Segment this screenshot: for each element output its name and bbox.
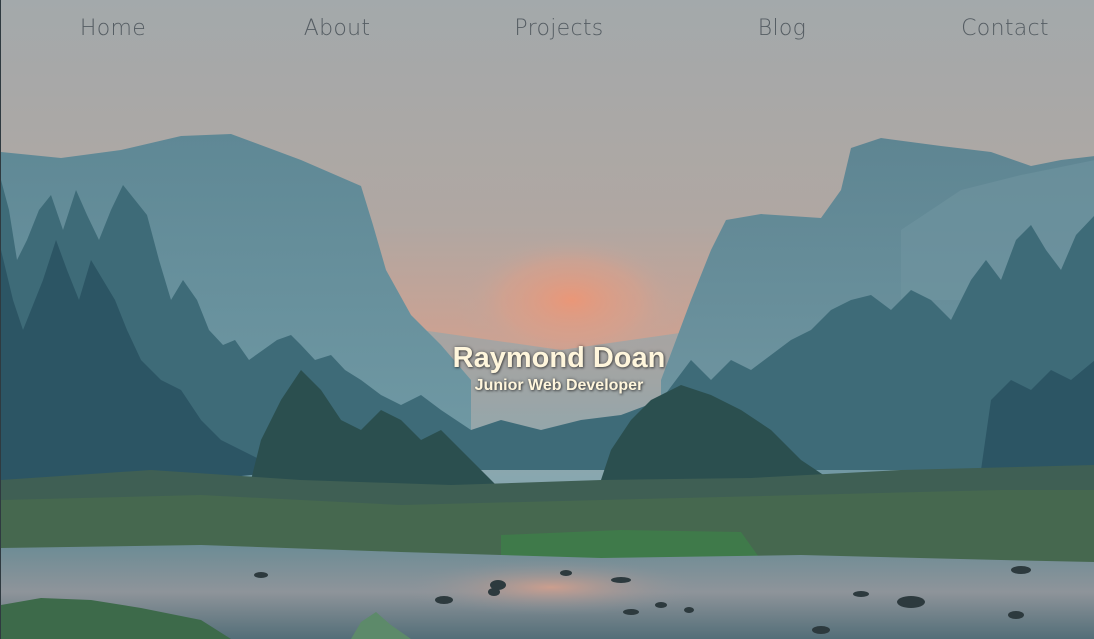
- nav-link-blog[interactable]: Blog: [758, 16, 806, 41]
- hero-background-image: [1, 0, 1094, 639]
- hero-intro: Raymond Doan Junior Web Developer: [1, 340, 1094, 396]
- main-nav: Home About Projects Blog Contact: [1, 0, 1094, 64]
- hero-name: Raymond Doan: [452, 342, 666, 374]
- nav-link-contact[interactable]: Contact: [961, 16, 1049, 41]
- hero-section: Home About Projects Blog Contact Raymond…: [0, 0, 1094, 639]
- hero-role: Junior Web Developer: [474, 377, 644, 394]
- nav-link-home[interactable]: Home: [80, 16, 146, 41]
- nav-link-about[interactable]: About: [304, 16, 371, 41]
- nav-link-projects[interactable]: Projects: [514, 16, 603, 41]
